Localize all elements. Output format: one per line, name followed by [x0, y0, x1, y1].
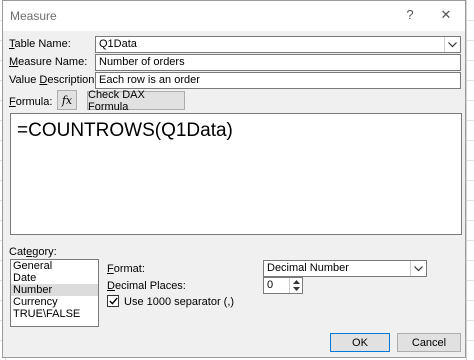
- ok-button[interactable]: OK: [330, 333, 390, 352]
- table-name-select[interactable]: Q1Data: [95, 36, 461, 53]
- category-item-number[interactable]: Number: [11, 284, 98, 296]
- help-icon[interactable]: ?: [401, 7, 419, 22]
- value-description-input[interactable]: Each row is an order: [95, 72, 461, 89]
- format-value: Decimal Number: [267, 262, 349, 274]
- fx-icon: fx: [61, 93, 73, 107]
- ok-button-label: OK: [352, 336, 368, 349]
- category-item-date[interactable]: Date: [11, 272, 98, 284]
- format-select[interactable]: Decimal Number: [263, 260, 427, 277]
- value-description-label: Value Description:: [9, 74, 98, 86]
- worksheet-edge-right: [466, 0, 474, 360]
- spin-down-icon[interactable]: [290, 285, 302, 292]
- category-item-general[interactable]: General: [11, 260, 98, 272]
- decimal-places-value: 0: [267, 279, 274, 291]
- category-item-true-false[interactable]: TRUE\FALSE: [11, 308, 98, 320]
- title-bar[interactable]: Measure ? ✕: [3, 1, 465, 31]
- category-item-currency[interactable]: Currency: [11, 296, 98, 308]
- check-dax-formula-label: Check DAX Formula: [88, 88, 145, 113]
- cancel-button[interactable]: Cancel: [397, 333, 461, 352]
- spin-up-icon[interactable]: [290, 278, 302, 285]
- use-1000-separator-checkbox[interactable]: [107, 295, 119, 307]
- category-listbox[interactable]: General Date Number Currency TRUE\FALSE: [10, 259, 99, 327]
- checkmark-icon: [108, 297, 118, 305]
- formula-label: Formula:: [9, 96, 53, 108]
- table-name-label: Table Name:: [9, 38, 71, 50]
- formula-editor[interactable]: =COUNTROWS(Q1Data): [10, 113, 462, 235]
- formula-text: =COUNTROWS(Q1Data): [17, 120, 233, 141]
- measure-name-label: Measure Name:: [9, 56, 88, 68]
- close-icon[interactable]: ✕: [437, 7, 455, 23]
- chevron-down-icon[interactable]: [444, 37, 460, 52]
- table-name-value: Q1Data: [99, 38, 137, 50]
- format-label: Format:: [107, 263, 145, 275]
- decimal-places-stepper[interactable]: 0: [263, 277, 303, 294]
- dialog-title: Measure: [10, 9, 57, 23]
- cancel-button-label: Cancel: [411, 336, 447, 349]
- insert-function-button[interactable]: fx: [57, 90, 77, 110]
- use-1000-separator-label: Use 1000 separator (,): [124, 296, 235, 308]
- category-label: Category:: [9, 246, 57, 258]
- check-dax-formula-button[interactable]: Check DAX Formula: [87, 88, 185, 113]
- chevron-down-icon[interactable]: [410, 261, 426, 276]
- decimal-places-label: Decimal Places:: [107, 280, 186, 292]
- measure-name-input[interactable]: Number of orders: [95, 54, 461, 71]
- measure-dialog: Measure ? ✕ Table Name: Q1Data Measure N…: [2, 0, 466, 358]
